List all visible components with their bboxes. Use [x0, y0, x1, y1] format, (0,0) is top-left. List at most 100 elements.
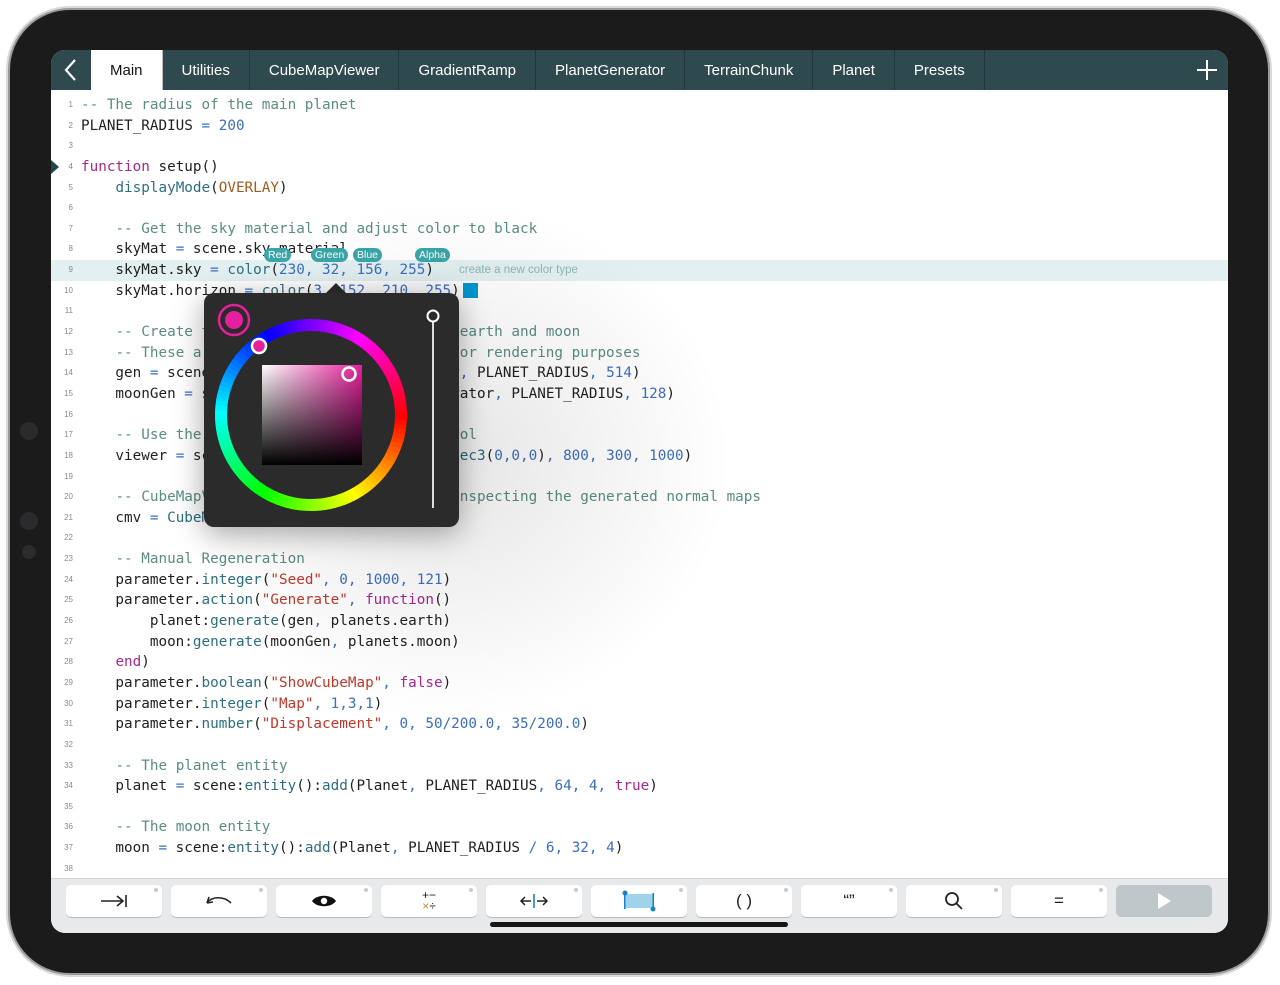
chip-green[interactable]: Green [311, 248, 349, 262]
code-line[interactable]: 1 -- The radius of the main planet [51, 95, 1228, 116]
back-button[interactable] [51, 50, 91, 90]
line-code: moon:generate(moonGen, planets.moon) [81, 633, 460, 650]
line-number: 6 [68, 203, 73, 213]
tab-main[interactable]: Main [91, 50, 163, 90]
line-code: planet:generate(gen, planets.earth) [81, 613, 452, 630]
code-line[interactable]: 24 parameter.integer("Seed", 0, 1000, 12… [51, 570, 1228, 591]
code-line[interactable]: 31 parameter.number("Displacement", 0, 5… [51, 714, 1228, 735]
line-code: PLANET_RADIUS = 200 [81, 117, 245, 134]
selection-button[interactable] [591, 885, 687, 917]
code-line[interactable]: 37 moon = scene:entity():add(Planet, PLA… [51, 838, 1228, 859]
indent-icon [101, 895, 127, 907]
line-code: planet = scene:entity():add(Planet, PLAN… [81, 778, 658, 795]
equals-button[interactable]: = [1011, 885, 1107, 917]
math-operators-icon: +− ×÷ [421, 888, 436, 913]
line-number: 37 [64, 843, 73, 853]
code-line[interactable]: 30 parameter.integer("Map", 1,3,1) [51, 694, 1228, 715]
code-line[interactable]: 7 -- Get the sky material and adjust col… [51, 219, 1228, 240]
line-code: parameter.integer("Seed", 0, 1000, 121) [81, 571, 452, 588]
color-swatch[interactable] [462, 282, 478, 298]
tab-utilities[interactable]: Utilities [163, 50, 250, 90]
hue-handle[interactable] [250, 337, 268, 355]
long-press-indicator [1099, 888, 1103, 892]
parentheses-button[interactable]: ( ) [696, 885, 792, 917]
chip-alpha[interactable]: Alpha [415, 248, 450, 262]
line-number: 13 [64, 347, 73, 357]
code-line[interactable]: 26 planet:generate(gen, planets.earth) [51, 611, 1228, 632]
cursor-move-button[interactable] [486, 885, 582, 917]
undo-button[interactable] [171, 885, 267, 917]
color-picker[interactable] [204, 293, 459, 527]
line-number: 2 [68, 120, 73, 130]
line-code: end) [115, 654, 150, 671]
line-code: -- The planet entity [115, 757, 288, 774]
quotes-icon: “” [843, 891, 855, 910]
line-number: 24 [64, 574, 73, 584]
line-code: -- Manual Regeneration [115, 551, 305, 568]
code-line[interactable]: 25 parameter.action("Generate", function… [51, 590, 1228, 611]
chevron-left-icon [64, 59, 76, 81]
code-line[interactable]: 8 skyMat = scene.sky.material [51, 239, 1228, 260]
chip-blue[interactable]: Blue [353, 248, 383, 262]
add-tab-button[interactable] [1186, 50, 1228, 90]
tab-presets[interactable]: Presets [895, 50, 985, 90]
line-code: -- The moon entity [115, 819, 271, 836]
color-picker-popover[interactable] [204, 293, 459, 527]
line-number: 15 [64, 388, 73, 398]
line-number: 30 [64, 698, 73, 708]
code-line[interactable]: 3 [51, 136, 1228, 157]
code-line[interactable]: 9 skyMat.sky = color(230, 32, 156, 255) c… [51, 260, 1228, 281]
code-line[interactable]: 5 displayMode(OVERLAY) [51, 178, 1228, 199]
alpha-slider-handle[interactable] [426, 309, 440, 323]
long-press-indicator [679, 888, 683, 892]
search-button[interactable] [906, 885, 1002, 917]
tab-cubemapviewer[interactable]: CubeMapViewer [250, 50, 400, 90]
code-line[interactable]: 4 function setup() [51, 157, 1228, 178]
line-number: 8 [68, 244, 73, 254]
side-button [22, 545, 36, 559]
line-number: 9 [68, 265, 73, 275]
code-line[interactable]: 32 [51, 735, 1228, 756]
equals-icon: = [1054, 891, 1064, 910]
line-number: 19 [64, 471, 73, 481]
tab-planet[interactable]: Planet [813, 50, 895, 90]
code-line[interactable]: 38 [51, 859, 1228, 878]
line-code: -- The radius of the main planet [81, 97, 357, 113]
math-operators-button[interactable]: +− ×÷ [381, 885, 477, 917]
code-line[interactable]: 27 moon:generate(moonGen, planets.moon) [51, 632, 1228, 653]
eye-button[interactable] [276, 885, 372, 917]
code-line[interactable]: 33 -- The planet entity [51, 756, 1228, 777]
tab-terrainchunk[interactable]: TerrainChunk [685, 50, 814, 90]
line-number: 7 [68, 223, 73, 233]
tab-planetgenerator[interactable]: PlanetGenerator [536, 50, 686, 90]
code-line[interactable]: 36 -- The moon entity [51, 817, 1228, 838]
run-button[interactable] [1116, 885, 1212, 917]
side-button [20, 422, 38, 440]
search-icon [945, 892, 963, 910]
tab-gradientramp[interactable]: GradientRamp [399, 50, 537, 90]
chip-red[interactable]: Red [264, 248, 292, 262]
line-code: function setup() [81, 158, 219, 175]
code-line[interactable]: 34 planet = scene:entity():add(Planet, P… [51, 776, 1228, 797]
selection-icon [622, 890, 656, 912]
line-number: 5 [68, 182, 73, 192]
line-number: 11 [64, 306, 73, 316]
line-number: 33 [64, 760, 73, 770]
alpha-slider-track[interactable] [432, 318, 434, 508]
line-number: 35 [64, 801, 73, 811]
code-line[interactable]: 6 [51, 198, 1228, 219]
line-number: 18 [64, 450, 73, 460]
code-line[interactable]: 23 -- Manual Regeneration [51, 549, 1228, 570]
long-press-indicator [784, 888, 788, 892]
line-number: 16 [64, 409, 73, 419]
code-line[interactable]: 28 end) [51, 652, 1228, 673]
indent-button[interactable] [66, 885, 162, 917]
code-line[interactable]: 2 PLANET_RADIUS = 200 [51, 116, 1228, 137]
line-code: parameter.action("Generate", function() [81, 592, 452, 609]
screen: Main Utilities CubeMapViewer GradientRamp Pl… [51, 50, 1228, 933]
code-line[interactable]: 35 [51, 797, 1228, 818]
long-press-indicator [154, 888, 158, 892]
code-line[interactable]: 22 [51, 528, 1228, 549]
quotes-button[interactable]: “” [801, 885, 897, 917]
code-line[interactable]: 29 parameter.boolean("ShowCubeMap", fals… [51, 673, 1228, 694]
